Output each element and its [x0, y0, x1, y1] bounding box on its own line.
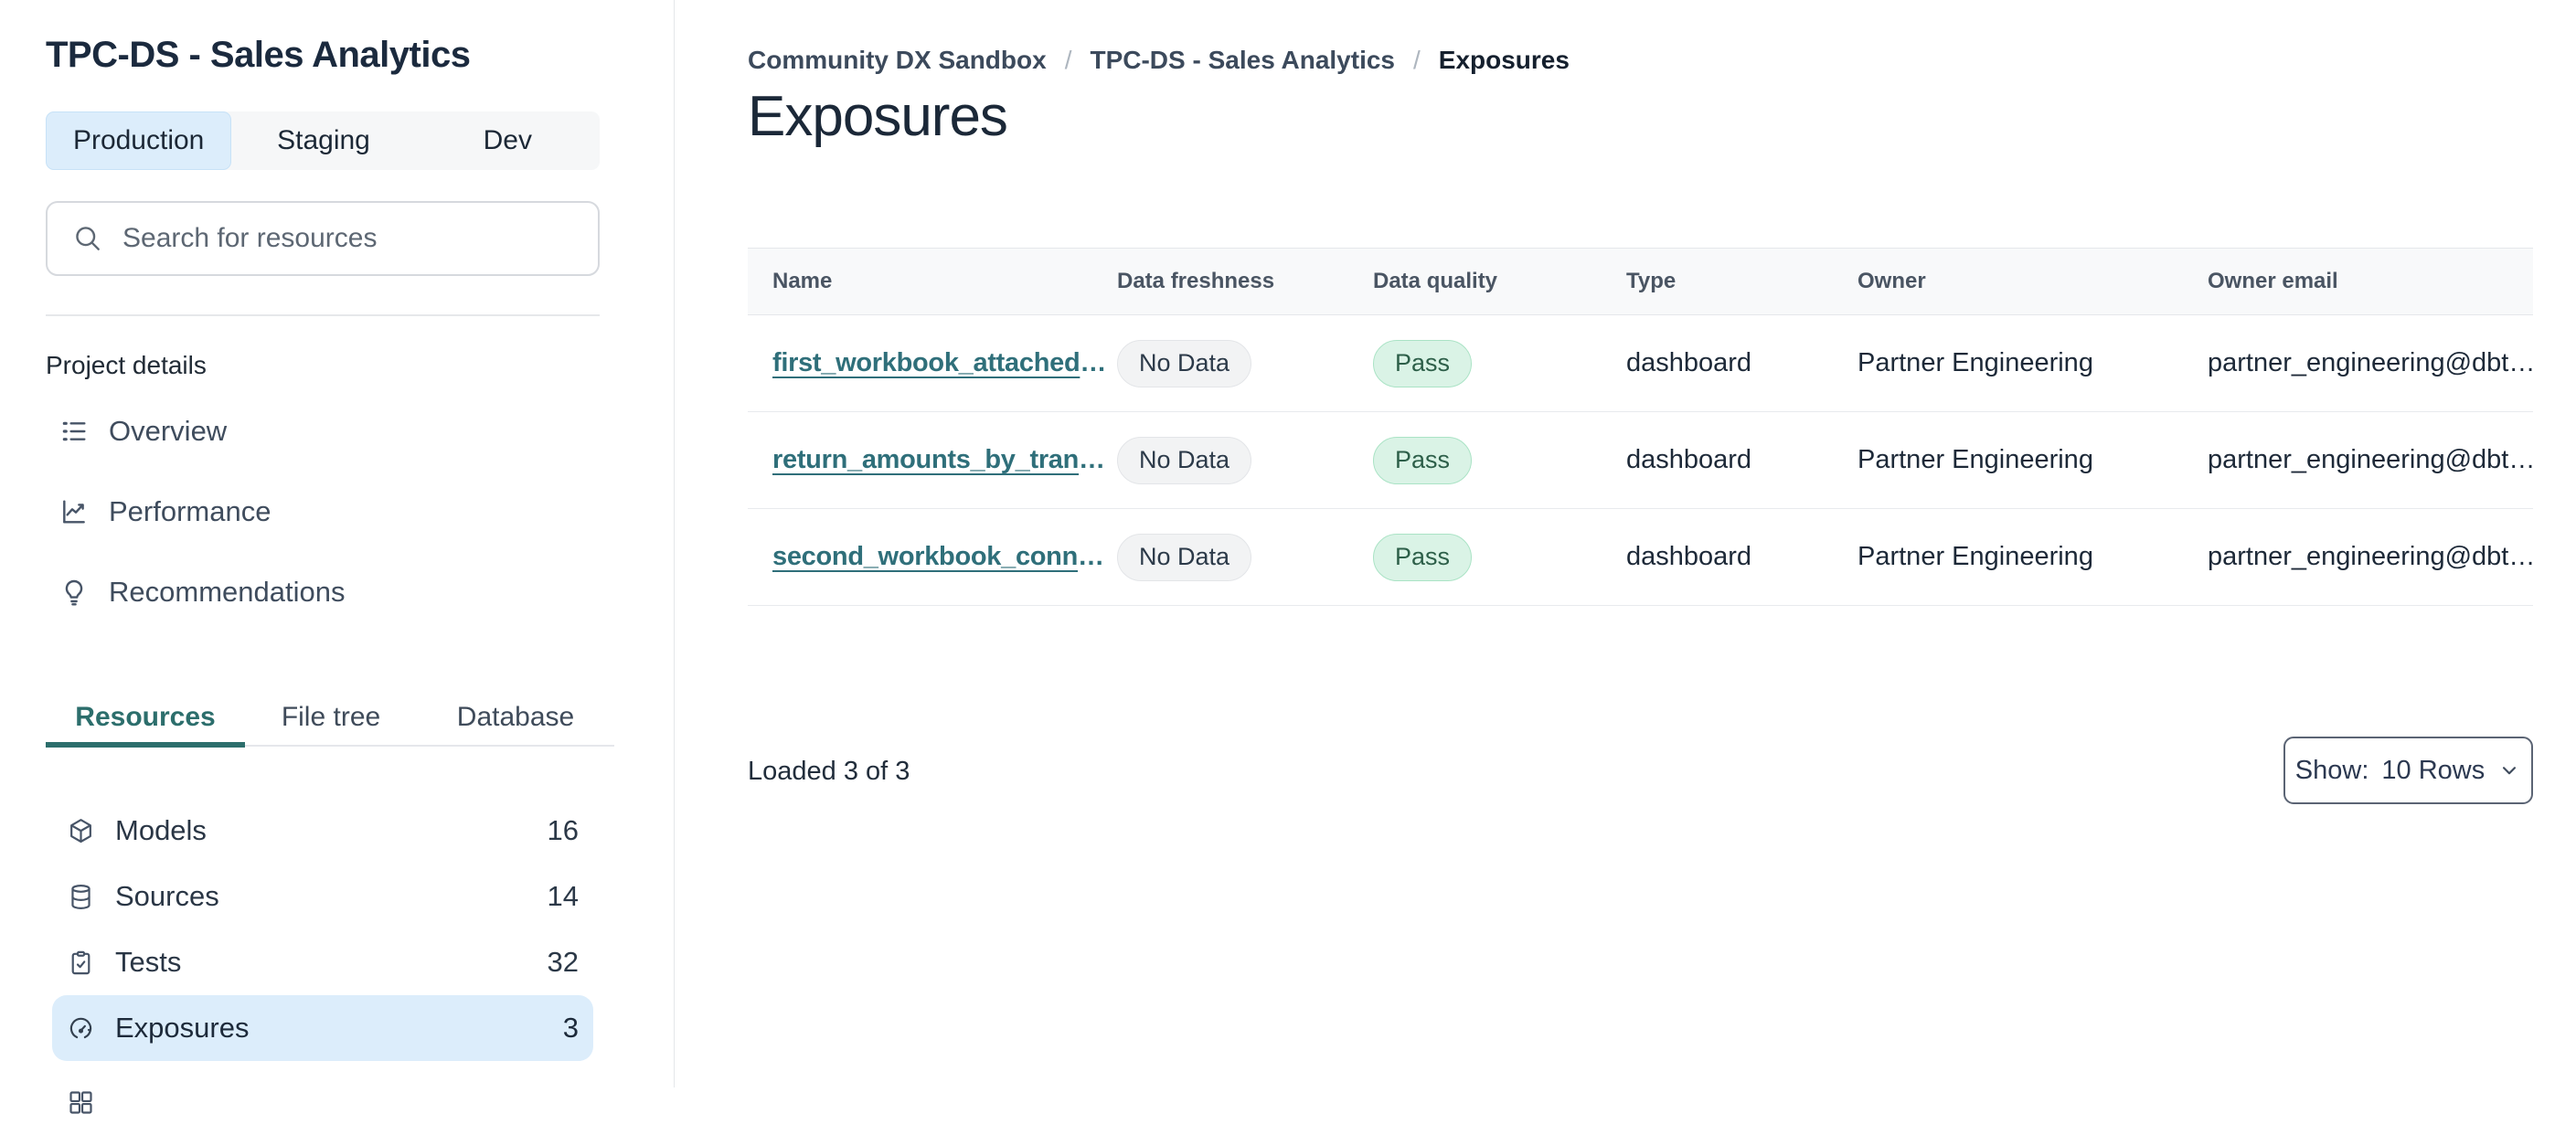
- data-freshness-badge: No Data: [1117, 436, 1252, 484]
- tab-staging[interactable]: Staging: [231, 111, 415, 170]
- truncation-ellipsis: …: [1078, 542, 1105, 571]
- owner-cell: Partner Engineering: [1857, 348, 2093, 377]
- table-row: second_workbook_conn… No Data Pass dashb…: [748, 509, 2533, 606]
- chart-trend-icon: [63, 500, 85, 524]
- data-freshness-badge: No Data: [1117, 339, 1252, 387]
- chevron-down-icon: [2503, 767, 2517, 775]
- show-value: 10 Rows: [2381, 755, 2486, 785]
- table-header-row: Name Data freshness Data quality Type Ow…: [748, 248, 2533, 315]
- breadcrumb-item-project[interactable]: TPC-DS - Sales Analytics: [1090, 46, 1395, 75]
- tab-production[interactable]: Production: [46, 111, 232, 170]
- type-cell: dashboard: [1626, 445, 1752, 474]
- column-header-owner: Owner: [1857, 269, 1926, 293]
- sidebar-divider: [46, 314, 600, 316]
- lightbulb-icon: [65, 579, 83, 606]
- list-icon: [62, 421, 86, 441]
- column-header-type: Type: [1626, 269, 1677, 293]
- exposures-count: 3: [562, 1012, 579, 1044]
- sidebar-item-label: Models: [115, 814, 207, 846]
- sidebar: TPC-DS - Sales Analytics Production Stag…: [0, 0, 674, 1114]
- breadcrumb: Community DX Sandbox / TPC-DS - Sales An…: [748, 46, 1570, 75]
- sidebar-main-divider: [674, 0, 675, 1087]
- rows-per-page-dropdown[interactable]: Show: 10 Rows: [2283, 737, 2533, 804]
- sidebar-item-label: Performance: [109, 495, 271, 527]
- sidebar-item-tests[interactable]: Tests 32: [52, 929, 593, 995]
- sidebar-item-recommendations[interactable]: Recommendations: [46, 563, 600, 621]
- database-icon: [71, 884, 90, 909]
- sidebar-item-exposures[interactable]: Exposures 3: [52, 995, 593, 1061]
- show-label: Show:: [2294, 755, 2369, 785]
- table-row: return_amounts_by_tran… No Data Pass das…: [748, 412, 2533, 509]
- column-header-owner-email: Owner email: [2208, 269, 2338, 293]
- tab-dev[interactable]: Dev: [416, 111, 600, 170]
- sidebar-item-label: Sources: [115, 880, 219, 912]
- truncation-ellipsis: …: [1079, 445, 1106, 474]
- sidebar-item-performance[interactable]: Performance: [46, 483, 600, 541]
- type-cell: dashboard: [1626, 542, 1752, 571]
- column-header-data-freshness: Data freshness: [1117, 269, 1275, 293]
- tab-file-tree[interactable]: File tree: [245, 702, 417, 733]
- tests-count: 32: [547, 946, 579, 978]
- exposure-name-link[interactable]: first_workbook_attached: [772, 348, 1080, 377]
- type-cell: dashboard: [1626, 348, 1752, 377]
- owner-email-cell: partner_engineering@dbt…: [2208, 348, 2533, 377]
- data-quality-badge: Pass: [1373, 533, 1473, 581]
- owner-email-cell: partner_engineering@dbt…: [2208, 542, 2533, 571]
- exposures-table: Name Data freshness Data quality Type Ow…: [748, 248, 2533, 606]
- table-row: first_workbook_attached… No Data Pass da…: [748, 315, 2533, 412]
- owner-cell: Partner Engineering: [1857, 542, 2093, 571]
- breadcrumb-separator: /: [1064, 46, 1072, 74]
- exposure-name-link[interactable]: return_amounts_by_tran: [772, 445, 1079, 474]
- exposure-name-link[interactable]: second_workbook_conn: [772, 542, 1078, 571]
- search-icon: [76, 227, 100, 250]
- environment-tabs: Production Staging Dev: [46, 111, 600, 170]
- truncation-ellipsis: …: [1080, 348, 1107, 377]
- column-header-data-quality: Data quality: [1373, 269, 1498, 293]
- data-quality-badge: Pass: [1373, 339, 1473, 387]
- models-count: 16: [547, 814, 579, 846]
- data-quality-badge: Pass: [1373, 436, 1473, 484]
- sources-count: 14: [547, 880, 579, 912]
- cube-icon: [70, 818, 91, 843]
- tab-database[interactable]: Database: [417, 702, 614, 733]
- grid-icon: [69, 1090, 92, 1114]
- sidebar-item-label: Tests: [115, 946, 182, 978]
- resource-tabs-active-indicator: [46, 742, 245, 748]
- breadcrumb-item-current: Exposures: [1438, 46, 1570, 74]
- sidebar-item-label: Overview: [109, 415, 228, 447]
- sidebar-item-partial[interactable]: [52, 1069, 593, 1135]
- sidebar-item-overview[interactable]: Overview: [46, 402, 600, 461]
- breadcrumb-item-account[interactable]: Community DX Sandbox: [748, 46, 1047, 75]
- sidebar-item-label: Exposures: [115, 1012, 250, 1044]
- sidebar-item-label: Recommendations: [109, 576, 346, 608]
- search-input[interactable]: [122, 223, 580, 254]
- tab-resources[interactable]: Resources: [46, 702, 245, 733]
- owner-email-cell: partner_engineering@dbt…: [2208, 445, 2533, 474]
- loaded-status: Loaded 3 of 3: [748, 757, 910, 786]
- clipboard-check-icon: [71, 950, 90, 974]
- owner-cell: Partner Engineering: [1857, 445, 2093, 474]
- breadcrumb-separator: /: [1413, 46, 1421, 74]
- sidebar-item-models[interactable]: Models 16: [52, 798, 593, 864]
- column-header-name: Name: [772, 269, 833, 293]
- gauge-icon: [69, 1017, 92, 1038]
- project-title: TPC-DS - Sales Analytics: [46, 35, 471, 75]
- project-details-label: Project details: [46, 351, 207, 379]
- page-title: Exposures: [748, 85, 1008, 148]
- search-box[interactable]: [46, 201, 600, 276]
- data-freshness-badge: No Data: [1117, 533, 1252, 581]
- sidebar-item-sources[interactable]: Sources 14: [52, 864, 593, 929]
